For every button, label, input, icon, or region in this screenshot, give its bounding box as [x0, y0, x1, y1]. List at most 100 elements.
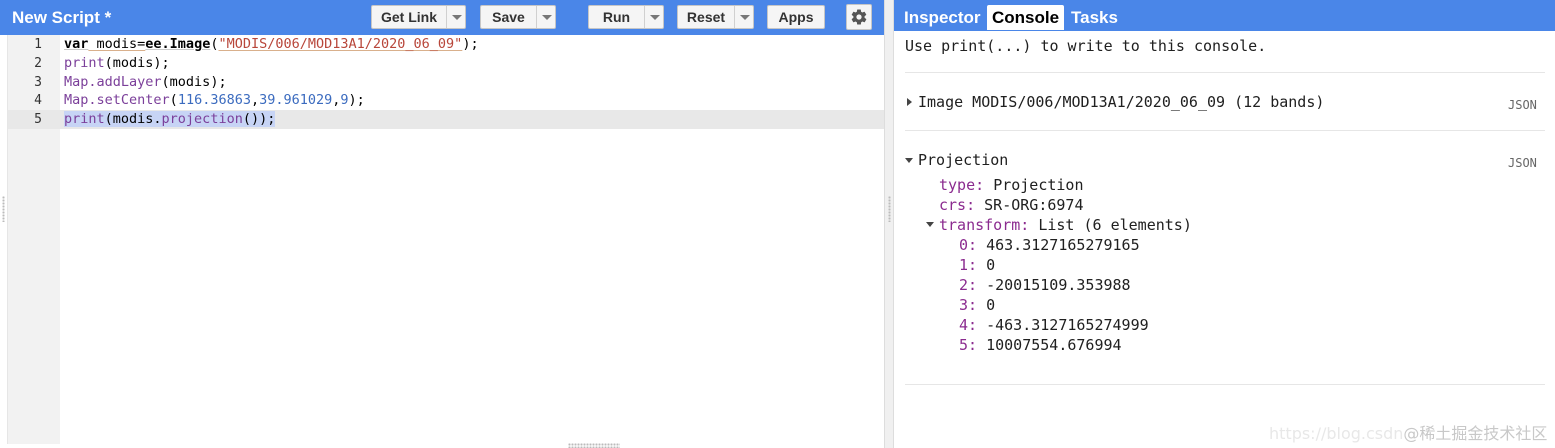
editor-toolbar: New Script * Get Link Save Run Reset App…: [0, 0, 884, 35]
apps-label: Apps: [778, 9, 814, 25]
item-value: 10007554.676994: [986, 336, 1122, 354]
line-number: 3: [34, 75, 42, 90]
property-value: SR-ORG:6974: [984, 196, 1084, 214]
keyword-var: var: [64, 36, 89, 52]
property-key: transform:: [939, 216, 1030, 234]
watermark-text: @稀土掘金技术社区: [1403, 424, 1548, 443]
run-button[interactable]: Run: [588, 5, 664, 29]
code-function: print: [64, 55, 105, 71]
transform-item: 5: 10007554.676994: [959, 335, 1122, 355]
code-constructor: ee.Image: [145, 36, 211, 52]
right-panel: Inspector Console Tasks Use print(...) t…: [894, 0, 1555, 448]
item-value: 0: [986, 296, 996, 314]
image-entry-summary[interactable]: Image MODIS/006/MOD13A1/2020_06_09 (12 b…: [918, 92, 1324, 112]
item-index: 4:: [959, 316, 978, 334]
code-function: print: [64, 111, 105, 127]
collapse-arrow-icon[interactable]: [905, 158, 913, 163]
code-line-4[interactable]: Map.setCenter(116.36863,39.961029,9);: [64, 91, 365, 110]
script-editor-panel: New Script * Get Link Save Run Reset App…: [0, 0, 884, 448]
splitter-grip[interactable]: [888, 196, 891, 222]
console-hint: Use print(...) to write to this console.: [905, 37, 1267, 55]
property-value: Projection: [993, 176, 1084, 194]
code-line-3[interactable]: Map.addLayer(modis);: [64, 73, 227, 92]
item-value: 0: [986, 256, 996, 274]
code-method: projection: [161, 111, 243, 127]
code-identifier: modis=: [88, 36, 146, 52]
script-title[interactable]: New Script *: [12, 8, 111, 28]
save-label: Save: [492, 9, 525, 25]
transform-item: 1: 0: [959, 255, 995, 275]
line-number: 2: [34, 56, 42, 71]
gear-icon: [851, 9, 867, 25]
property-value: List (6 elements): [1038, 216, 1192, 234]
code-punct: );: [348, 92, 365, 108]
get-link-button[interactable]: Get Link: [371, 5, 466, 29]
tab-inspector[interactable]: Inspector: [899, 5, 986, 30]
reset-label: Reset: [686, 9, 726, 25]
tab-tasks[interactable]: Tasks: [1066, 5, 1123, 30]
item-index: 1:: [959, 256, 978, 274]
left-resize-grip[interactable]: [2, 196, 5, 222]
settings-button[interactable]: [846, 4, 872, 30]
run-label: Run: [602, 9, 631, 25]
code-number: 39.961029: [259, 92, 333, 108]
property-key: type:: [939, 176, 985, 194]
projection-type-row: type: Projection: [939, 175, 1084, 195]
item-index: 0:: [959, 236, 978, 254]
code-function: Map.setCenter: [64, 92, 170, 108]
tab-console[interactable]: Console: [987, 5, 1065, 30]
transform-item: 2: -20015109.353988: [959, 275, 1131, 295]
code-string: "MODIS/006/MOD13A1/2020_06_09": [218, 36, 463, 52]
code-args: (modis.: [104, 111, 162, 127]
transform-item: 0: 463.3127165279165: [959, 235, 1140, 255]
console-output: Use print(...) to write to this console.…: [894, 31, 1555, 448]
item-value: -463.3127165274999: [986, 316, 1149, 334]
projection-entry-title[interactable]: Projection: [918, 150, 1008, 170]
divider: [905, 72, 1545, 73]
line-number: 1: [34, 37, 42, 52]
watermark-url: https://blog.csdn: [1269, 424, 1404, 443]
reset-dropdown-icon[interactable]: [734, 6, 753, 28]
code-punct: );: [462, 36, 479, 52]
item-value: -20015109.353988: [986, 276, 1131, 294]
line-number: 4: [34, 93, 42, 108]
save-dropdown-icon[interactable]: [536, 6, 555, 28]
editor-left-edge: [0, 35, 8, 444]
code-number: 9: [340, 92, 349, 108]
watermark: https://blog.csdn@稀土掘金技术社区: [1269, 420, 1547, 444]
get-link-dropdown-icon[interactable]: [446, 6, 465, 28]
projection-json-link[interactable]: JSON: [1508, 156, 1537, 170]
transform-item: 3: 0: [959, 295, 995, 315]
divider: [905, 130, 1545, 131]
projection-crs-row: crs: SR-ORG:6974: [939, 195, 1084, 215]
property-key: crs:: [939, 196, 976, 214]
save-button[interactable]: Save: [480, 5, 556, 29]
transform-item: 4: -463.3127165274999: [959, 315, 1149, 335]
item-value: 463.3127165279165: [986, 236, 1140, 254]
code-punct: ,: [250, 92, 260, 108]
apps-button[interactable]: Apps: [767, 5, 825, 29]
code-number: 116.36863: [177, 92, 251, 108]
code-function: Map.addLayer: [64, 74, 162, 90]
code-line-1[interactable]: var modis=ee.Image("MODIS/006/MOD13A1/20…: [64, 35, 479, 54]
reset-button[interactable]: Reset: [677, 5, 754, 29]
code-punct: ());: [242, 111, 276, 127]
run-dropdown-icon[interactable]: [644, 6, 663, 28]
projection-transform-row[interactable]: transform: List (6 elements): [939, 215, 1192, 235]
get-link-label: Get Link: [380, 9, 437, 25]
editor-bottom-resize-handle[interactable]: [568, 443, 620, 448]
line-number: 5: [34, 112, 42, 127]
code-punct: (: [169, 92, 178, 108]
code-args: (modis);: [104, 55, 170, 71]
code-line-2[interactable]: print(modis);: [64, 54, 170, 73]
code-args: (modis);: [161, 74, 227, 90]
expand-arrow-icon[interactable]: [907, 98, 912, 106]
divider: [905, 384, 1545, 385]
panel-splitter[interactable]: [884, 0, 894, 448]
earth-engine-code-editor: New Script * Get Link Save Run Reset App…: [0, 0, 1555, 448]
collapse-arrow-icon[interactable]: [926, 222, 934, 227]
code-line-5[interactable]: print(modis.projection());: [64, 110, 276, 129]
item-index: 2:: [959, 276, 978, 294]
right-panel-tab-bar: Inspector Console Tasks: [894, 0, 1555, 31]
image-json-link[interactable]: JSON: [1508, 98, 1537, 112]
